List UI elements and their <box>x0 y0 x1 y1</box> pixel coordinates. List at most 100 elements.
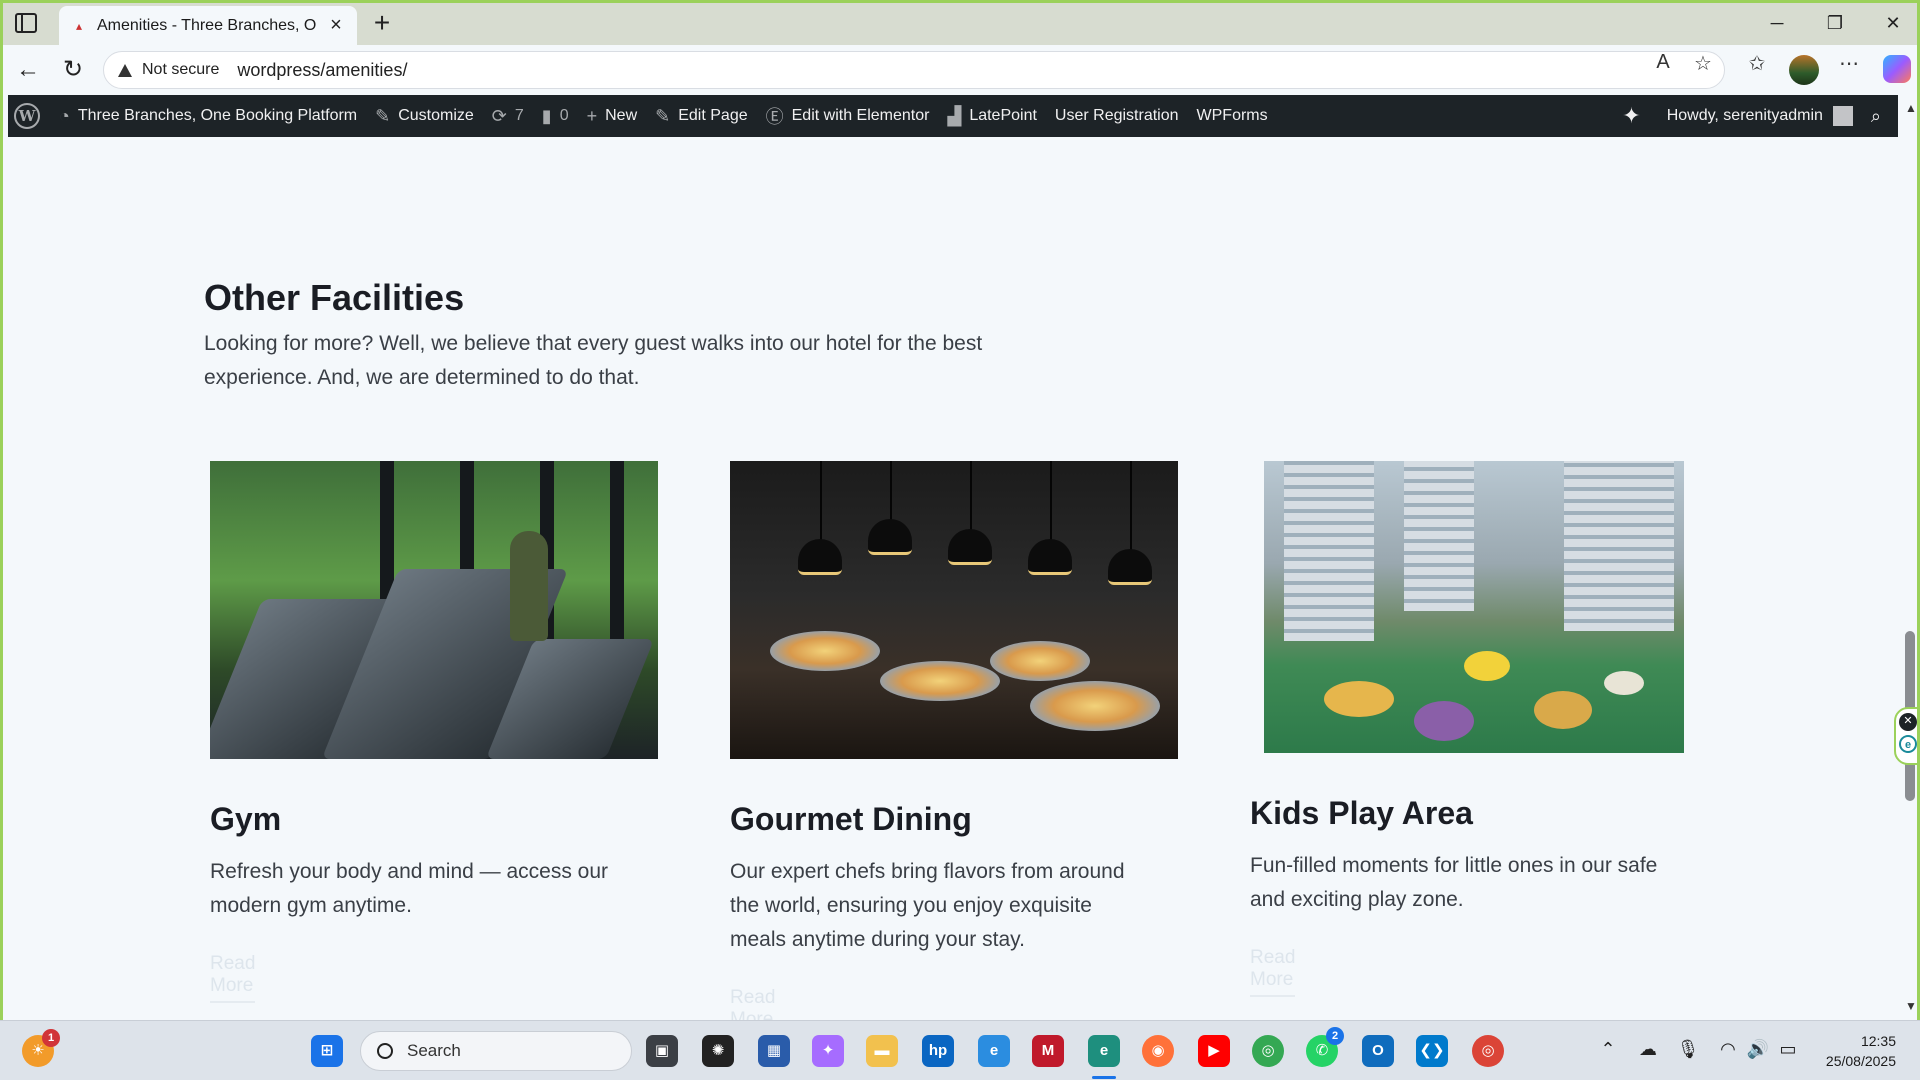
admin-updates[interactable]: ⟳ 7 <box>483 95 533 137</box>
wp-admin-bar: W ◔ Three Branches, One Booking Platform… <box>8 95 1898 137</box>
edit-page-label: Edit Page <box>678 107 748 124</box>
card-description: Refresh your body and mind — access our … <box>210 860 609 917</box>
system-clock[interactable]: 12:35 25/08/2025 <box>1826 1031 1896 1071</box>
admin-edit-elementor[interactable]: Ⓔ Edit with Elementor <box>757 95 939 137</box>
browser-window: ▴ Amenities - Three Branches, One Bookin… <box>0 0 1920 1020</box>
customize-label: Customize <box>398 107 474 124</box>
battery-icon[interactable]: ▭ <box>1776 1039 1800 1060</box>
search-icon: ⌕ <box>1870 105 1881 126</box>
ai-sparkle-button[interactable]: ✦ <box>1613 95 1657 137</box>
chrome-profile-icon[interactable]: ◎ <box>1472 1035 1504 1067</box>
browser-tab-active[interactable]: ▴ Amenities - Three Branches, One Bookin… <box>59 6 357 45</box>
clock-time: 12:35 <box>1860 1033 1896 1049</box>
onedrive-icon[interactable]: ☁ <box>1636 1039 1660 1060</box>
new-label: New <box>605 107 638 124</box>
admin-search[interactable]: ⌕ <box>1862 95 1898 137</box>
file-explorer-icon[interactable]: ▬ <box>866 1035 898 1067</box>
tab-strip: ▴ Amenities - Three Branches, One Bookin… <box>3 3 1917 45</box>
read-aloud-icon[interactable]: A <box>1649 51 1677 74</box>
card-title: Gym <box>210 801 282 837</box>
read-more-link[interactable]: Read More <box>210 953 256 1003</box>
kids-play-image <box>1264 461 1684 753</box>
read-more-link[interactable]: Read More <box>1250 947 1296 997</box>
section-description: Looking for more? Well, we believe that … <box>204 332 983 389</box>
volume-icon[interactable]: 🔊 <box>1746 1039 1770 1060</box>
card-title: Gourmet Dining <box>730 801 972 837</box>
firefox-icon[interactable]: ◉ <box>1142 1035 1174 1067</box>
wifi-icon[interactable]: ◠ <box>1716 1039 1740 1060</box>
minimize-button[interactable]: ─ <box>1757 9 1797 37</box>
comments-count: 0 <box>559 107 569 124</box>
chrome-icon[interactable]: ◎ <box>1252 1035 1284 1067</box>
elementor-icon: Ⓔ <box>765 107 784 127</box>
copilot-app-icon[interactable]: ✦ <box>812 1035 844 1067</box>
admin-latepoint[interactable]: ▟ LatePoint <box>938 95 1045 137</box>
admin-edit-page[interactable]: ✎ Edit Page <box>646 95 756 137</box>
profile-avatar[interactable] <box>1789 55 1819 85</box>
wpforms-label: WPForms <box>1196 107 1268 124</box>
clock-date: 25/08/2025 <box>1825 1053 1896 1069</box>
vscode-icon[interactable]: ❮❯ <box>1416 1035 1448 1067</box>
admin-user-registration[interactable]: User Registration <box>1046 95 1188 137</box>
avatar <box>1832 106 1853 126</box>
address-bar[interactable]: Not secure wordpress/amenities/ <box>103 51 1725 89</box>
favorite-star-icon[interactable]: ☆ <box>1689 51 1717 76</box>
dining-image <box>730 461 1178 759</box>
edge-icon[interactable]: e <box>1088 1035 1120 1067</box>
not-secure-label[interactable]: Not secure <box>142 61 219 79</box>
restore-button[interactable]: ❐ <box>1815 9 1855 37</box>
card-description: Our expert chefs bring flavors from arou… <box>730 860 1125 951</box>
edge-beta-icon[interactable]: e <box>978 1035 1010 1067</box>
youtube-icon[interactable]: ▶ <box>1198 1035 1230 1067</box>
chatgpt-icon[interactable]: ✺ <box>702 1035 734 1067</box>
vertical-tabs-icon[interactable] <box>15 13 37 33</box>
microphone-icon[interactable]: 🎙 <box>1676 1039 1700 1060</box>
favorites-icon[interactable]: ✩ <box>1743 51 1771 76</box>
hp-icon[interactable]: hp <box>922 1035 954 1067</box>
reload-icon[interactable]: ↻ <box>58 55 88 85</box>
admin-customize[interactable]: ✎ Customize <box>366 95 483 137</box>
task-view-icon[interactable]: ▣ <box>646 1035 678 1067</box>
more-options-icon[interactable]: ⋯ <box>1835 51 1863 76</box>
scroll-up-icon[interactable]: ▲ <box>1905 101 1917 115</box>
page-content: Other Facilities Looking for more? Well,… <box>8 137 1898 1020</box>
tab-title: Amenities - Three Branches, One Booking … <box>97 16 317 34</box>
url-text[interactable]: wordpress/amenities/ <box>237 60 407 81</box>
comment-icon: ▮ <box>541 105 552 126</box>
page-scrollbar[interactable]: ▲ ▼ <box>1899 95 1917 1020</box>
admin-wpforms[interactable]: WPForms <box>1188 95 1277 137</box>
admin-comments[interactable]: ▮ 0 <box>533 95 578 137</box>
scroll-down-icon[interactable]: ▼ <box>1905 999 1917 1013</box>
outlook-icon[interactable]: O <box>1362 1035 1394 1067</box>
section-title: Other Facilities <box>204 277 465 318</box>
search-label: Search <box>407 1041 461 1060</box>
admin-site-name[interactable]: ◔ Three Branches, One Booking Platform <box>50 95 366 137</box>
gym-image <box>210 461 658 759</box>
close-circle-icon[interactable]: ✕ <box>1899 713 1917 731</box>
back-icon[interactable]: ← <box>13 55 43 85</box>
admin-account[interactable]: Howdy, serenityadmin <box>1658 95 1862 137</box>
plus-icon: + <box>586 105 598 126</box>
site-favicon-icon: ▴ <box>75 18 83 33</box>
chevron-up-icon[interactable]: ⌃ <box>1596 1039 1620 1060</box>
elementor-circle-icon[interactable]: e <box>1899 735 1917 753</box>
read-more-link[interactable]: Read More <box>730 987 775 1020</box>
mcafee-icon[interactable]: M <box>1032 1035 1064 1067</box>
updates-icon: ⟳ <box>491 105 507 126</box>
close-window-button[interactable]: ✕ <box>1873 9 1913 37</box>
close-tab-icon[interactable]: × <box>325 14 347 36</box>
copilot-icon[interactable] <box>1883 55 1911 83</box>
microsoft-store-icon[interactable]: ▦ <box>758 1035 790 1067</box>
howdy-label: Howdy, serenityadmin <box>1666 107 1823 124</box>
notification-badge: 1 <box>42 1029 60 1047</box>
wordpress-logo-icon[interactable]: W <box>14 103 40 129</box>
new-tab-button[interactable]: + <box>367 9 397 37</box>
start-windows-icon[interactable]: ⊞ <box>311 1035 343 1067</box>
taskbar-search[interactable]: Search <box>360 1031 632 1071</box>
whatsapp-badge: 2 <box>1326 1027 1344 1045</box>
dashboard-icon: ◔ <box>59 105 70 126</box>
admin-new[interactable]: + New <box>578 95 647 137</box>
side-widget: ✕ e <box>1894 707 1917 765</box>
sparkle-icon: ✦ <box>1622 103 1641 128</box>
user-registration-label: User Registration <box>1054 107 1179 124</box>
